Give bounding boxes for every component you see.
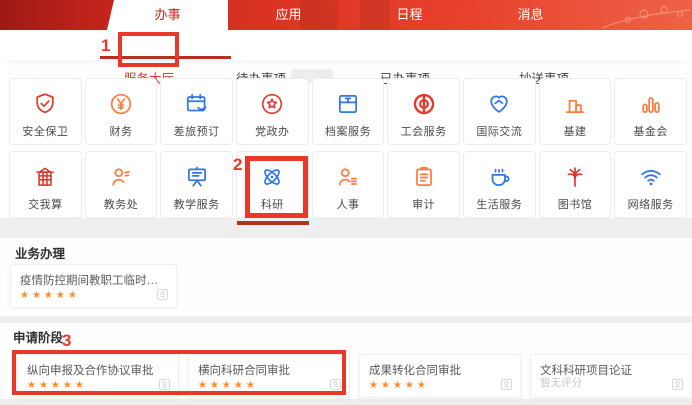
app-tile-label: 审计 (412, 199, 436, 211)
service-card-covid-lab-use[interactable]: 疫情防控期间教职工临时使用实验… ★★★★★ (10, 264, 177, 308)
annotation-digit-step2: 2 (233, 155, 243, 174)
apply-stage-section-title: 申请阶段 (13, 331, 64, 345)
app-tile-labor-union[interactable]: 工会服务 (387, 78, 460, 145)
app-tile-label: 教务处 (103, 199, 139, 211)
app-tile-audit[interactable]: 审计 (387, 151, 460, 218)
app-tile-archives[interactable]: 档案服务 (311, 78, 385, 145)
annotation-box-service-hall (118, 32, 179, 67)
tab-xiaoxi[interactable]: 消息 (470, 0, 591, 30)
tab-yingyong[interactable]: 应用 (228, 0, 349, 30)
service-card-title: 疫情防控期间教职工临时使用实验… (20, 275, 168, 287)
app-tile-label: 教学服务 (173, 199, 220, 211)
top-header-bar: 办事 应用 日程 消息 (0, 0, 692, 30)
app-tile-label: 基建 (563, 126, 587, 138)
tab-richeng[interactable]: 日程 (349, 0, 470, 30)
app-tile-hr[interactable]: 人事 (311, 151, 385, 218)
card-badge-icon[interactable] (156, 288, 169, 301)
travel-calendar-icon (184, 90, 210, 118)
app-tile-security[interactable]: 安全保卫 (9, 78, 82, 145)
app-tile-label: 人事 (336, 199, 360, 211)
service-card-title: 成果转化合同审批 (369, 365, 461, 377)
app-tile-label: 党政办 (255, 126, 290, 138)
archive-box-icon (335, 90, 361, 118)
service-card-liberal-arts-project-review[interactable]: 文科科研项目论证 暂无评分 (530, 354, 692, 398)
person-edit-icon (108, 163, 134, 191)
annotation-box-research (245, 156, 308, 218)
card-badge-icon[interactable] (500, 378, 513, 391)
app-tile-label: 财务 (109, 126, 133, 138)
tab-banshi[interactable]: 办事 (107, 0, 228, 30)
union-emblem-icon (411, 90, 437, 118)
clipboard-icon (411, 163, 437, 191)
app-tile-travel-booking[interactable]: 差旅预订 (160, 78, 233, 145)
no-rating-text: 暂无评分 (540, 377, 582, 389)
annotation-digit-step1: 1 (101, 36, 111, 55)
buildings-icon (562, 90, 588, 118)
app-tile-label: 图书馆 (557, 199, 593, 211)
app-tile-international-exchange[interactable]: 国际交流 (462, 78, 536, 145)
bar-chart-icon (638, 90, 664, 118)
app-tile-party-gov-office[interactable]: 党政办 (235, 78, 309, 145)
top-tab-bar: 办事 应用 日程 消息 (107, 0, 591, 30)
business-section: 业务办理 疫情防控期间教职工临时使用实验… ★★★★★ (0, 238, 692, 316)
app-tile-label: 交我算 (28, 199, 63, 211)
app-tile-academic-affairs[interactable]: 教务处 (84, 151, 158, 218)
star-rating: ★★★★★ (20, 290, 80, 301)
presentation-board-icon (184, 163, 210, 191)
app-tile-jiaowosuan-computing[interactable]: 交我算 (9, 151, 82, 218)
business-section-title: 业务办理 (15, 247, 66, 261)
app-grid: 安全保卫 财务 差旅预订 党政办 档案服务 工会服务 国际交流 基建 基金会 交… (9, 78, 687, 218)
computing-gate-icon (32, 163, 58, 191)
app-tile-label: 工会服务 (400, 126, 447, 138)
app-tile-label: 国际交流 (476, 126, 523, 138)
app-tile-library[interactable]: 图书馆 (538, 151, 612, 218)
app-tile-label: 差旅预订 (173, 126, 220, 138)
card-badge-icon[interactable] (671, 378, 684, 391)
app-tile-label: 生活服务 (476, 199, 523, 211)
annotation-underline-step2 (237, 221, 309, 225)
app-tile-finance[interactable]: 财务 (84, 78, 158, 145)
portal-page: 办事 应用 日程 消息 服务大厅 待办事项 已办事项 抄送事项 安全保卫 财务 (0, 0, 692, 405)
app-tile-network-services[interactable]: 网络服务 (614, 151, 687, 218)
shield-check-icon (32, 90, 58, 118)
service-card-achievement-transform-approval[interactable]: 成果转化合同审批 ★★★★★ (359, 354, 521, 398)
app-tile-label: 档案服务 (324, 126, 371, 138)
coffee-cup-icon (486, 163, 512, 191)
yen-circle-icon (108, 90, 134, 118)
person-list-icon (335, 163, 361, 191)
app-tile-teaching-services[interactable]: 教学服务 (160, 151, 233, 218)
app-tile-foundation[interactable]: 基金会 (614, 78, 687, 145)
library-tree-icon (562, 163, 588, 191)
app-tile-label: 网络服务 (627, 199, 674, 211)
app-tile-life-services[interactable]: 生活服务 (462, 151, 536, 218)
annotation-box-apply-cards (12, 350, 346, 395)
app-tile-infrastructure[interactable]: 基建 (538, 78, 612, 145)
annotation-digit-step3: 3 (62, 331, 72, 350)
wifi-icon (638, 163, 664, 191)
star-rating: ★★★★★ (369, 380, 429, 391)
app-tile-label: 基金会 (633, 126, 668, 138)
star-circle-icon (259, 90, 285, 118)
heart-handshake-icon (486, 90, 512, 118)
app-tile-label: 安全保卫 (22, 126, 69, 138)
